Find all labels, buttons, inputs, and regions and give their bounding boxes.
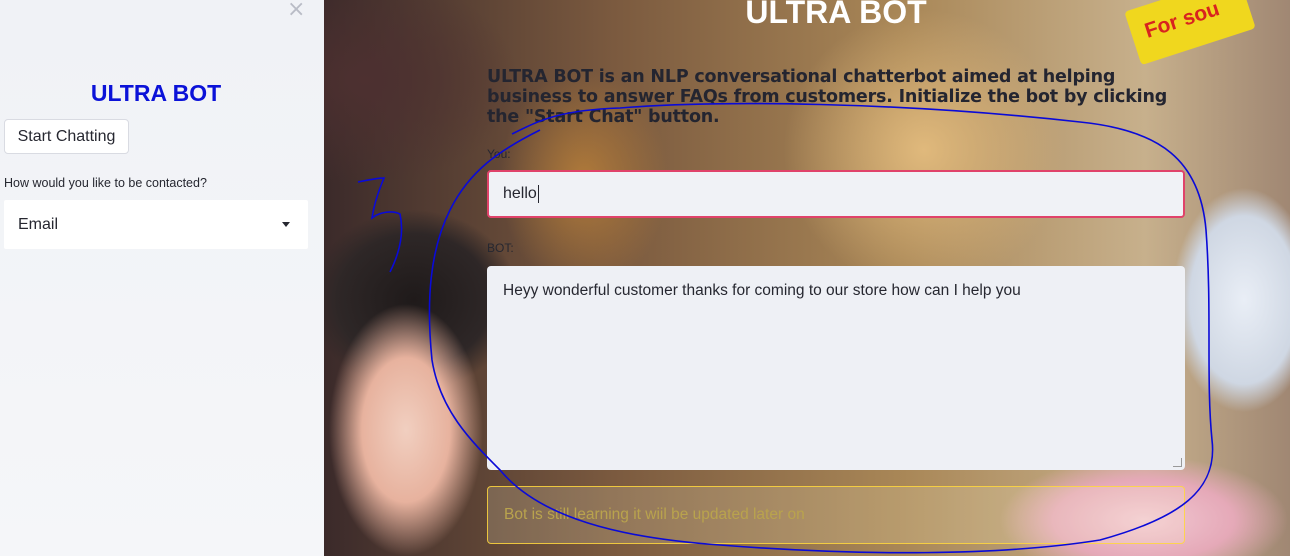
you-label: You: xyxy=(487,147,511,161)
intro-text: ULTRA BOT is an NLP conversational chatt… xyxy=(487,67,1168,127)
user-message-input[interactable]: hello xyxy=(487,170,1185,218)
warning-text: Bot is still learning it wiil be updated… xyxy=(504,506,805,523)
chevron-down-icon xyxy=(282,222,290,227)
page-title: ULTRA BOT xyxy=(745,0,927,30)
bot-label: BOT: xyxy=(487,241,514,255)
main-panel: For sou ULTRA BOT ULTRA BOT is an NLP co… xyxy=(324,0,1290,556)
warning-alert: Bot is still learning it wiil be updated… xyxy=(487,486,1185,544)
contact-select[interactable]: Email xyxy=(4,200,308,249)
contact-label: How would you like to be contacted? xyxy=(4,176,207,190)
text-cursor xyxy=(537,185,539,203)
sidebar-title: ULTRA BOT xyxy=(90,80,222,106)
resize-handle-icon[interactable] xyxy=(1173,458,1182,467)
contact-select-value: Email xyxy=(18,215,59,233)
start-chatting-button[interactable]: Start Chatting xyxy=(4,119,129,154)
sidebar: × ULTRA BOT Start Chatting How would you… xyxy=(0,0,324,556)
user-message-value: hello xyxy=(503,185,537,202)
bot-response-value: Heyy wonderful customer thanks for comin… xyxy=(503,282,1021,299)
bot-response-textarea[interactable]: Heyy wonderful customer thanks for comin… xyxy=(487,266,1185,470)
close-icon[interactable]: × xyxy=(287,0,305,21)
